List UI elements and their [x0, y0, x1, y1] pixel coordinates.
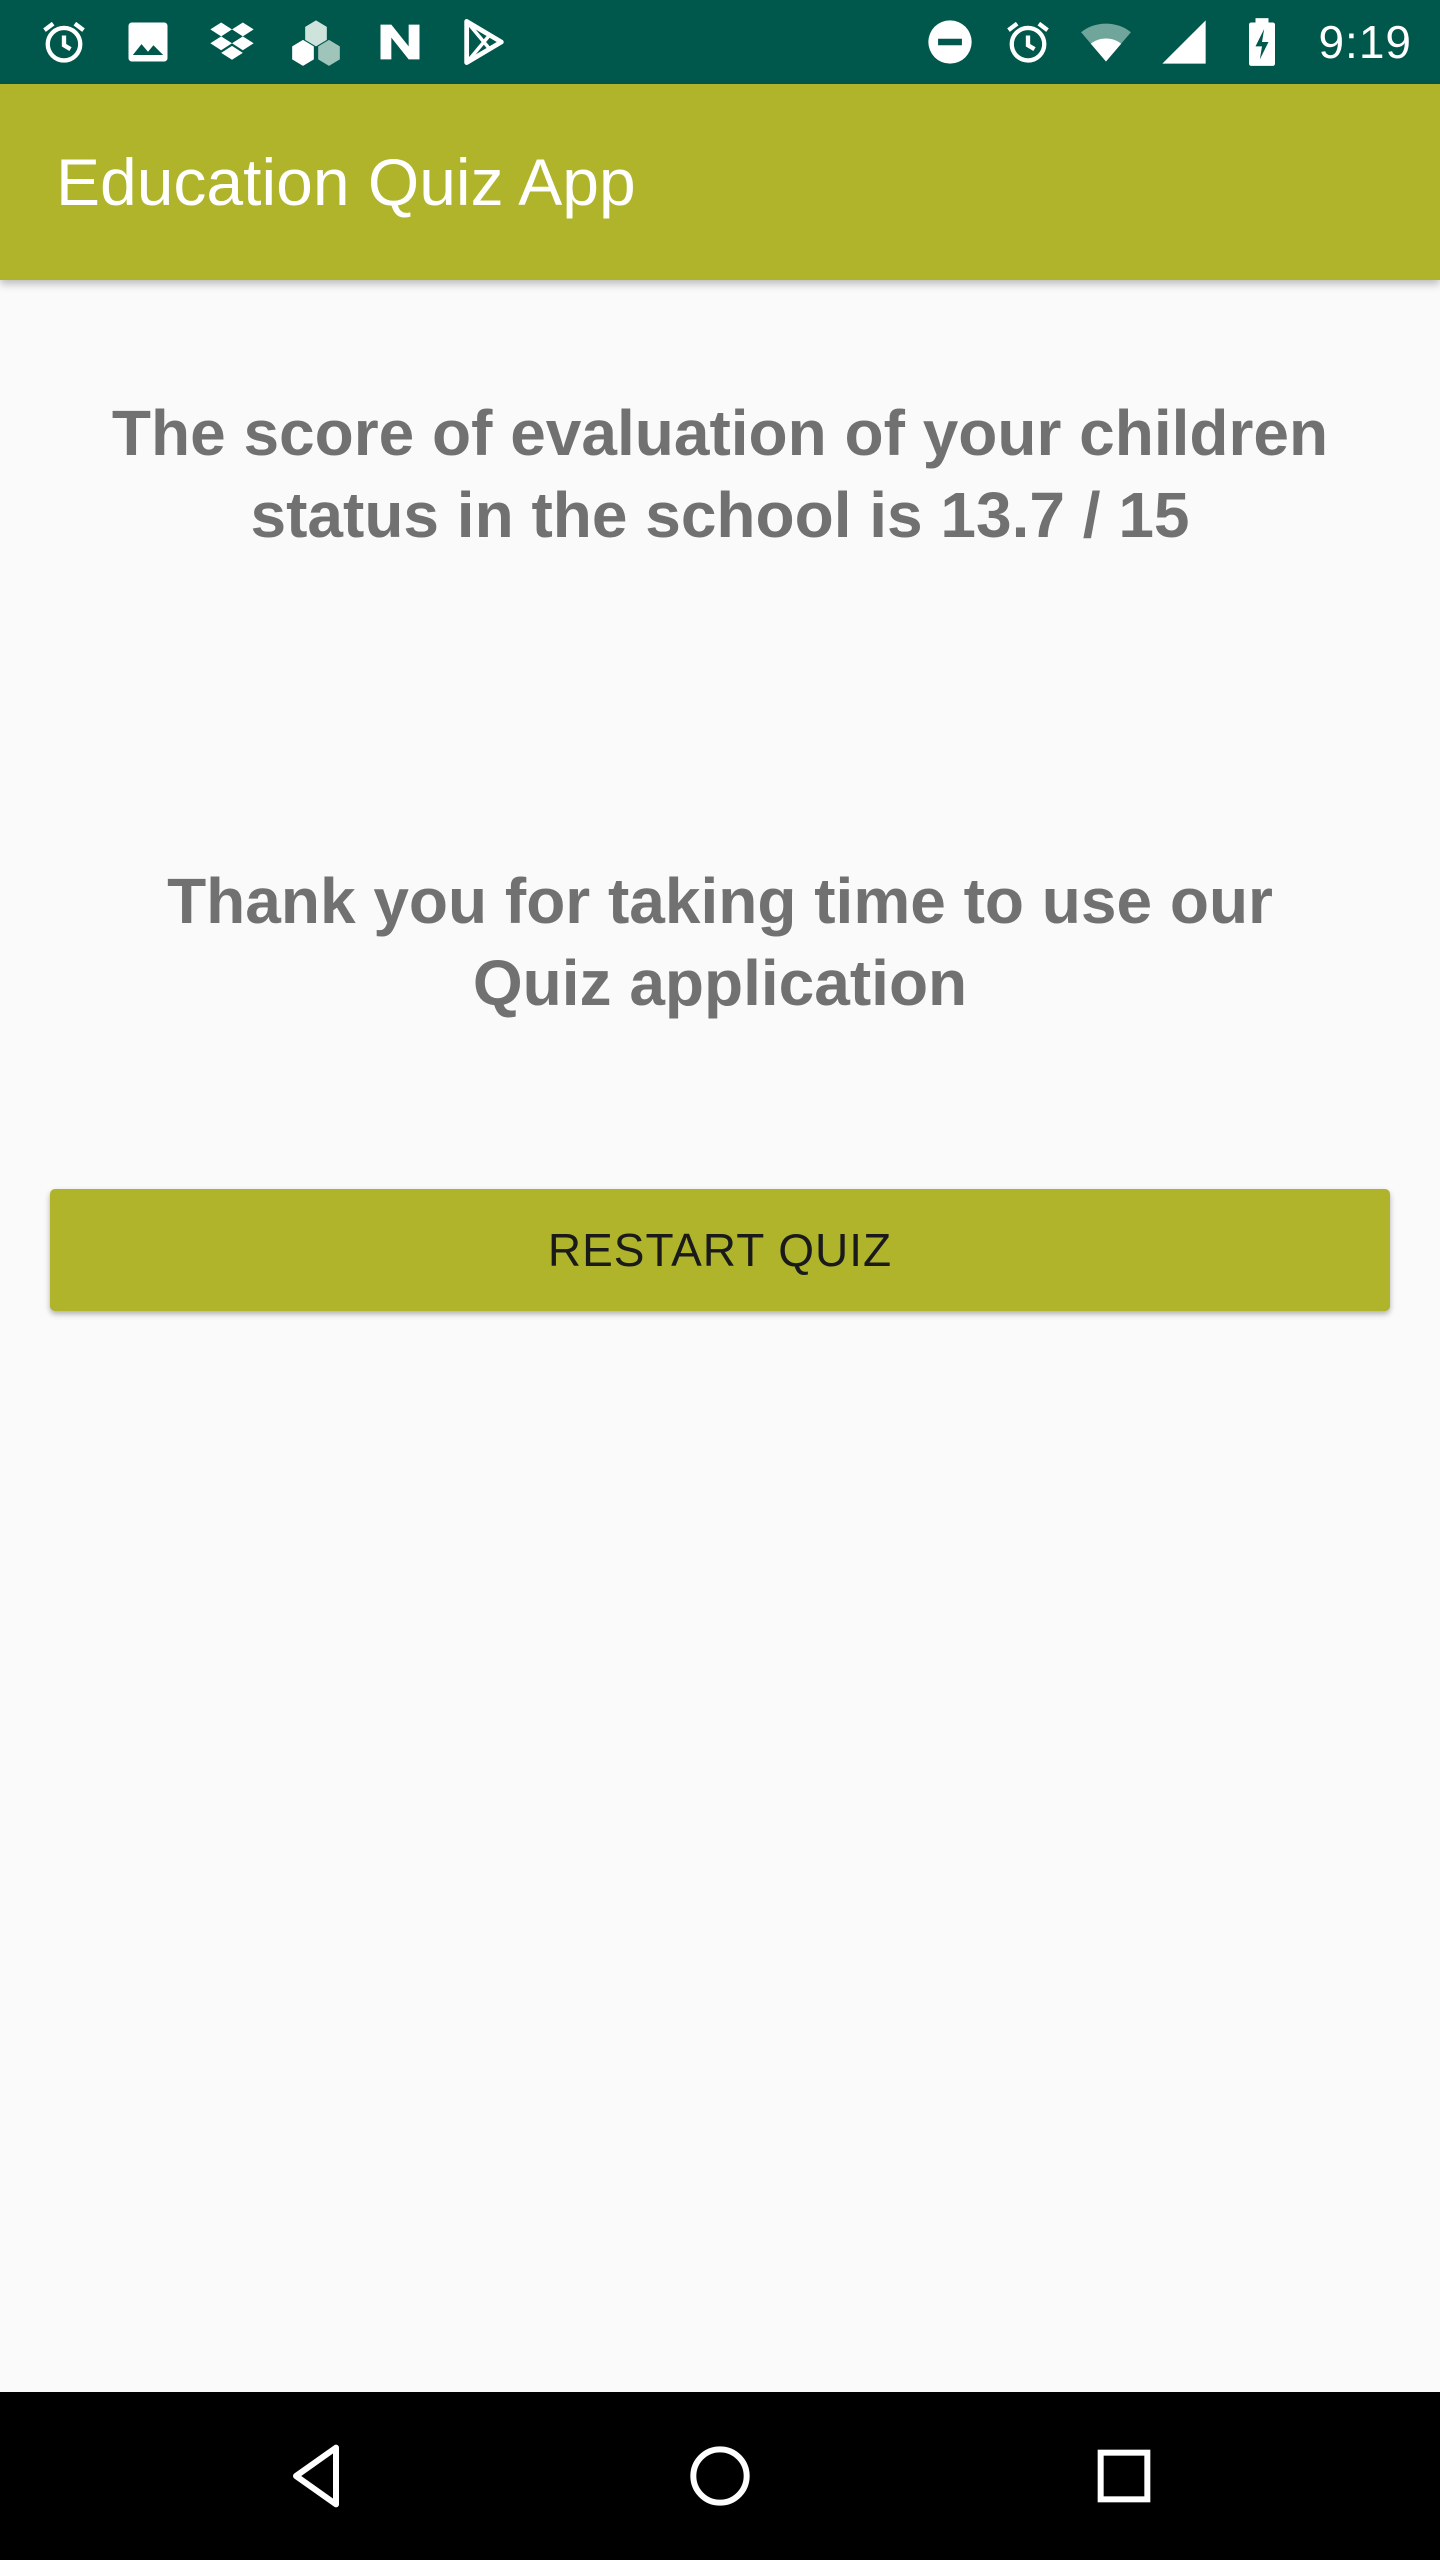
- score-message: The score of evaluation of your children…: [111, 397, 1329, 551]
- do-not-disturb-icon: [922, 14, 978, 70]
- restart-quiz-button[interactable]: RESTART QUIZ: [50, 1189, 1390, 1311]
- home-icon: [690, 2446, 750, 2506]
- navigation-bar: [0, 2392, 1440, 2560]
- back-button[interactable]: [232, 2392, 400, 2560]
- status-bar-system: 9:19: [922, 14, 1412, 70]
- alarm-icon: [1000, 14, 1056, 70]
- recents-icon: [1097, 2449, 1151, 2503]
- play-store-icon: [456, 14, 512, 70]
- status-bar-notifications: [36, 14, 512, 70]
- home-button[interactable]: [636, 2392, 804, 2560]
- app-bar: Education Quiz App: [0, 84, 1440, 280]
- screen: 9:19 Education Quiz App The score of eva…: [0, 0, 1440, 2560]
- n-app-icon: [372, 14, 428, 70]
- battery-charging-icon: [1234, 14, 1290, 70]
- alarm-icon: [36, 14, 92, 70]
- wifi-icon: [1078, 14, 1134, 70]
- cell-signal-icon: [1156, 14, 1212, 70]
- thanks-message: Thank you for taking time to use our Qui…: [167, 865, 1273, 1019]
- recents-button[interactable]: [1040, 2392, 1208, 2560]
- image-icon: [120, 14, 176, 70]
- dropbox-icon: [204, 14, 260, 70]
- cube-app-icon: [288, 14, 344, 70]
- back-icon: [293, 2444, 339, 2508]
- status-time: 9:19: [1318, 16, 1412, 68]
- status-bar: 9:19: [0, 0, 1440, 84]
- app-title: Education Quiz App: [56, 145, 636, 219]
